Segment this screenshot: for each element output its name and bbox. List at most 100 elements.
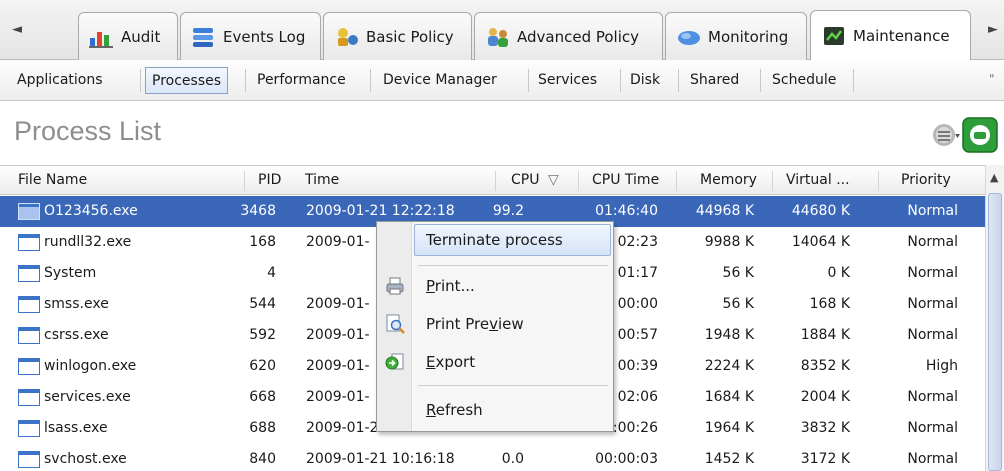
subtab-processes[interactable]: Processes <box>145 67 229 94</box>
module-tab-strip: ◄ Audit Events Log Basic Policy Advanced… <box>0 0 1004 61</box>
column-divider <box>495 171 496 191</box>
cell-name: winlogon.exe <box>44 358 137 374</box>
tab-monitoring[interactable]: Monitoring <box>665 12 807 60</box>
column-header-virtual[interactable]: Virtual ... <box>786 172 850 188</box>
column-divider <box>878 171 879 191</box>
export-icon <box>385 353 404 370</box>
menu-item-label: Print Preview <box>426 315 524 333</box>
column-header-cpu[interactable]: CPU <box>511 172 539 188</box>
cell-time: 2009-01- <box>306 389 370 405</box>
cell-memory: 1684 K <box>704 389 754 405</box>
column-header-memory[interactable]: Memory <box>700 172 757 188</box>
cell-cputime: 02:23 <box>617 234 658 250</box>
cell-virtual: 14064 K <box>791 234 850 250</box>
column-header-file-name[interactable]: File Name <box>18 172 87 188</box>
cell-pid: 3468 <box>240 203 276 219</box>
cell-time: 2009-01- <box>306 358 370 374</box>
context-menu: Terminate process Print... Print Preview… <box>376 221 614 432</box>
menu-item-terminate-process[interactable]: Terminate process <box>414 224 611 256</box>
tab-advanced-policy[interactable]: Advanced Policy <box>474 12 663 60</box>
toolbar-overflow-grip[interactable]: " <box>989 72 995 86</box>
cell-cputime: 02:06 <box>617 389 658 405</box>
column-header-time[interactable]: Time <box>305 172 339 188</box>
process-window-icon <box>18 451 40 468</box>
column-header-cpu-time[interactable]: CPU Time <box>592 172 659 188</box>
subtab-schedule[interactable]: Schedule <box>766 67 842 94</box>
divider <box>678 69 679 92</box>
cell-time: 2009-01-21 12:22:18 <box>306 203 455 219</box>
print-preview-icon <box>386 314 405 334</box>
menu-item-export[interactable]: Export <box>377 347 613 379</box>
cell-name: services.exe <box>44 389 131 405</box>
events-log-icon <box>193 27 213 47</box>
cell-name: System <box>44 265 97 281</box>
subtab-services[interactable]: Services <box>532 67 603 94</box>
cell-cputime: 01:46:40 <box>595 203 658 219</box>
cell-virtual: 3172 K <box>800 451 850 467</box>
monitoring-icon <box>678 30 700 45</box>
cell-priority: Normal <box>907 234 958 250</box>
cell-virtual: 3832 K <box>800 420 850 436</box>
subtab-device-manager[interactable]: Device Manager <box>377 67 503 94</box>
refresh-green-icon[interactable] <box>962 117 998 153</box>
menu-item-refresh[interactable]: Refresh <box>377 395 613 427</box>
divider <box>760 69 761 92</box>
cell-cputime: 00:00 <box>617 296 658 312</box>
menu-item-print[interactable]: Print... <box>377 271 613 303</box>
tab-maintenance[interactable]: Maintenance <box>810 10 971 61</box>
cell-pid: 840 <box>249 451 276 467</box>
cell-time: 2009-01- <box>306 296 370 312</box>
subtab-disk[interactable]: Disk <box>624 67 666 94</box>
table-header: File Name PID Time CPU ▽ CPU Time Memory… <box>0 165 985 195</box>
scrollbar-thumb[interactable] <box>988 193 1002 471</box>
subtab-performance[interactable]: Performance <box>251 67 352 94</box>
cell-cputime: 00:57 <box>617 327 658 343</box>
divider <box>245 69 246 92</box>
subtab-shared[interactable]: Shared <box>684 67 745 94</box>
cell-memory: 1964 K <box>704 420 754 436</box>
process-window-icon <box>18 420 40 437</box>
tab-scroll-right-button[interactable]: ► <box>988 22 998 37</box>
vertical-scrollbar[interactable]: ▲ <box>985 165 1004 471</box>
cell-cputime: 00:00:03 <box>595 451 658 467</box>
tab-label: Maintenance <box>853 27 950 45</box>
table-row[interactable]: svchost.exe 840 2009-01-21 10:16:18 0.0 00:0… <box>0 444 985 471</box>
divider <box>528 69 529 92</box>
tab-basic-policy[interactable]: Basic Policy <box>323 12 472 60</box>
cell-name: csrss.exe <box>44 327 109 343</box>
column-header-pid[interactable]: PID <box>258 172 281 188</box>
cell-memory: 56 K <box>722 296 754 312</box>
scroll-up-arrow-icon[interactable]: ▲ <box>990 171 998 184</box>
cell-priority: Normal <box>907 203 958 219</box>
menu-item-label: Print... <box>426 277 475 295</box>
cell-memory: 9988 K <box>704 234 754 250</box>
menu-item-label: Refresh <box>426 401 483 419</box>
process-window-icon <box>18 389 40 406</box>
cell-time: 2009-01-21 10:16:18 <box>306 451 455 467</box>
tab-audit[interactable]: Audit <box>78 12 178 60</box>
cell-name: rundll32.exe <box>44 234 132 250</box>
subtab-applications[interactable]: Applications <box>11 67 109 94</box>
tab-label: Monitoring <box>708 27 789 46</box>
menu-item-label: Terminate process <box>426 231 563 249</box>
cell-memory: 1452 K <box>704 451 754 467</box>
cell-memory: 44968 K <box>695 203 754 219</box>
column-divider <box>676 171 677 191</box>
column-header-priority[interactable]: Priority <box>901 172 951 188</box>
cell-cpu: 0.0 <box>501 451 524 467</box>
options-dropdown-icon[interactable] <box>932 121 960 149</box>
printer-icon <box>386 277 404 295</box>
divider <box>620 69 621 92</box>
cell-pid: 4 <box>267 265 276 281</box>
tab-scroll-left-button[interactable]: ◄ <box>12 22 22 37</box>
menu-item-label: Export <box>426 353 476 371</box>
cell-priority: Normal <box>907 296 958 312</box>
tab-label: Audit <box>121 27 161 46</box>
menu-separator <box>418 265 608 266</box>
menu-item-print-preview[interactable]: Print Preview <box>377 309 613 341</box>
cell-time: 2009-01- <box>306 234 370 250</box>
tab-events-log[interactable]: Events Log <box>180 12 321 60</box>
process-window-icon <box>18 327 40 344</box>
cell-priority: Normal <box>907 389 958 405</box>
process-window-icon <box>18 234 40 251</box>
